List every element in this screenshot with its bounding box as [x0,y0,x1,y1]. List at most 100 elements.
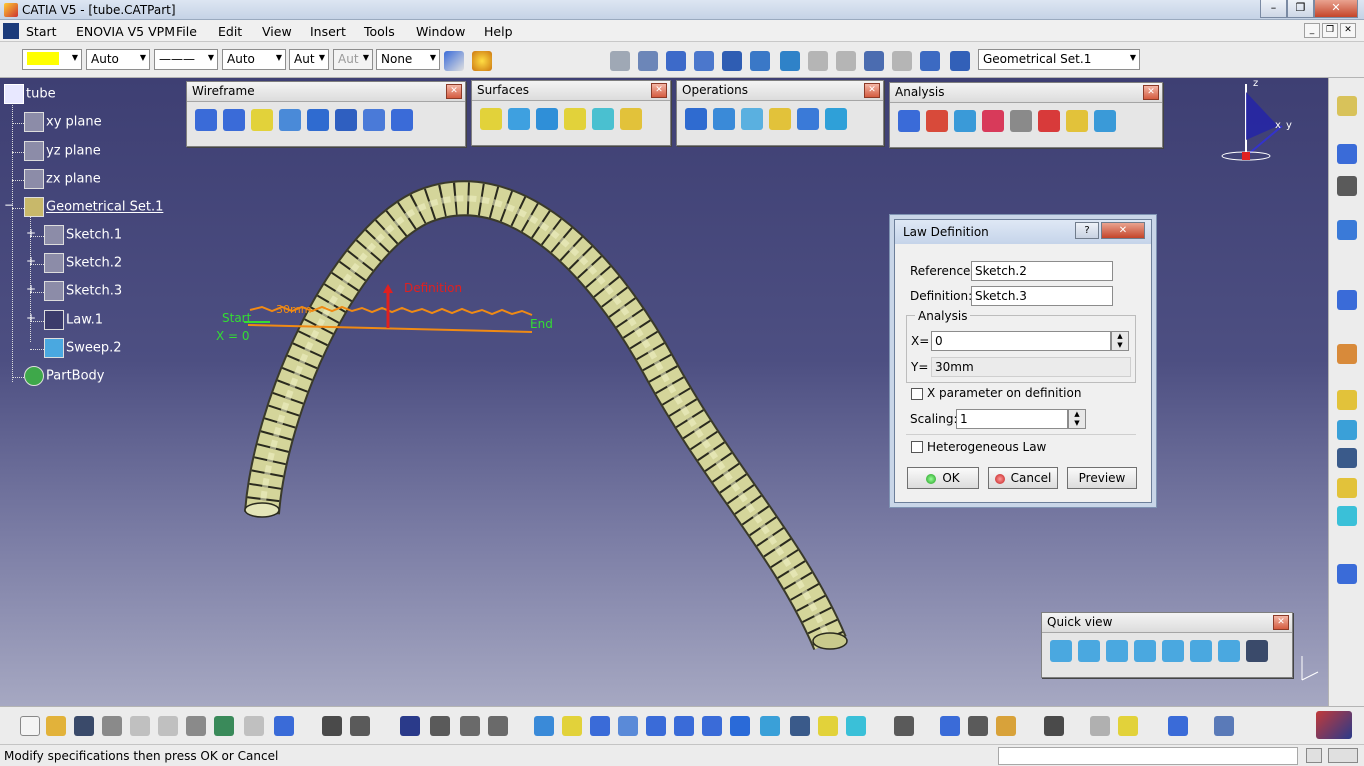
sketch-tools-icon[interactable] [1337,220,1357,240]
doc-minimize-button[interactable]: _ [1304,23,1320,38]
draft-analysis-icon[interactable] [926,110,948,132]
formula-icon[interactable] [322,716,342,736]
tree-item-sweep-2[interactable]: Sweep.2 [44,338,122,358]
point-icon[interactable] [195,109,217,131]
swap-visible-icon[interactable] [846,716,866,736]
expand-toggle[interactable]: + [26,255,36,267]
tree-root-tube[interactable]: tube [4,84,56,104]
help-button[interactable]: ? [1075,222,1099,239]
menu-help[interactable]: Help [484,24,513,39]
fit-all-icon[interactable] [562,716,582,736]
close-button[interactable]: ✕ [1314,0,1358,18]
painter-icon[interactable] [444,51,464,71]
expand-toggle[interactable]: + [26,312,36,324]
menu-view[interactable]: View [262,24,292,39]
scaling-spinner[interactable]: ▲ ▼ [1068,409,1086,429]
curvature-icon[interactable] [954,110,976,132]
ok-button[interactable]: OK [907,467,979,489]
loft-icon[interactable] [592,108,614,130]
close-icon[interactable]: ✕ [1273,615,1289,630]
preview-button[interactable]: Preview [1067,467,1137,489]
bottom-view-icon[interactable] [1218,640,1240,662]
maximize-button[interactable]: ❐ [1287,0,1314,18]
tree-item-xy-plane[interactable]: xy plane [24,112,102,132]
menu-tools[interactable]: Tools [364,24,395,39]
doc-close-button[interactable]: ✕ [1340,23,1356,38]
rotate-view-icon[interactable] [618,716,638,736]
measure-item-icon[interactable] [968,716,988,736]
heterogeneous-checkbox[interactable] [911,441,923,453]
transformation-icon[interactable] [1337,420,1357,440]
knowledge-icon[interactable] [1337,478,1357,498]
links-icon[interactable] [430,716,450,736]
command-history-icon[interactable] [1306,748,1322,763]
update-all-icon[interactable] [894,716,914,736]
tree-item-geometrical-set[interactable]: Geometrical Set.1 [24,197,163,217]
list-icon[interactable] [920,51,940,71]
scaling-field[interactable]: 1 [956,409,1068,429]
measure-inertia-icon[interactable] [996,716,1016,736]
intersection-icon[interactable] [307,109,329,131]
spelling-icon[interactable] [1168,716,1188,736]
pan-icon[interactable] [590,716,610,736]
replication-icon[interactable] [1337,390,1357,410]
menu-window[interactable]: Window [416,24,465,39]
dialog-close-button[interactable]: ✕ [1101,222,1145,239]
geometrical-set-icon[interactable] [864,51,884,71]
definition-field[interactable]: Sketch.3 [971,286,1113,306]
scan-icon[interactable] [1118,716,1138,736]
line-type-combo[interactable]: Auto ▼ [86,49,150,70]
tree-item-sketch-3[interactable]: Sketch.3 [44,281,122,301]
porcupine-icon[interactable] [982,110,1004,132]
tree-item-sketch-2[interactable]: Sketch.2 [44,253,122,273]
circle-tool-icon[interactable] [1337,448,1357,468]
color-combo[interactable]: ▼ [22,49,82,70]
translate-icon[interactable] [797,108,819,130]
isometric-view-icon[interactable] [1050,640,1072,662]
normal-view-icon[interactable] [702,716,722,736]
extrapolate-icon[interactable] [825,108,847,130]
split-icon[interactable] [713,108,735,130]
spline-icon[interactable] [391,109,413,131]
work-object-icon[interactable] [950,51,970,71]
thickness-combo[interactable]: Auto ▼ [222,49,286,70]
body-icon[interactable] [750,51,770,71]
apply-material-icon[interactable] [472,51,492,71]
zoom-in-icon[interactable] [646,716,666,736]
extrude-icon[interactable] [480,108,502,130]
axis-system-icon[interactable] [666,51,686,71]
shading-icon[interactable] [790,716,810,736]
help-analysis-icon[interactable] [1066,110,1088,132]
hand-icon[interactable] [1337,344,1357,364]
measure-icon[interactable] [1010,110,1032,132]
whats-this-icon[interactable] [274,716,294,736]
circle-icon[interactable] [363,109,385,131]
comment-icon[interactable] [350,716,370,736]
iso-view-icon[interactable] [760,716,780,736]
print-icon[interactable] [102,716,122,736]
cancel-button[interactable]: Cancel [988,467,1058,489]
undo-icon[interactable] [214,716,234,736]
close-icon[interactable]: ✕ [446,84,462,99]
close-icon[interactable]: ✕ [651,83,667,98]
offset-icon[interactable] [335,109,357,131]
left-view-icon[interactable] [1134,640,1156,662]
insert-body-icon[interactable] [780,51,800,71]
law-tool-icon[interactable] [1337,564,1357,584]
update-icon[interactable] [610,51,630,71]
sweep-icon[interactable] [536,108,558,130]
plane-icon[interactable] [251,109,273,131]
menu-file[interactable]: File [176,24,197,39]
menu-enovia[interactable]: ENOVIA V5 VPM [76,24,175,39]
tree-item-law-1[interactable]: Law.1 [44,310,103,330]
grid-icon[interactable] [694,51,714,71]
right-view-icon[interactable] [1162,640,1184,662]
revolve-icon[interactable] [508,108,530,130]
close-icon[interactable]: ✕ [1143,85,1159,100]
tree-item-yz-plane[interactable]: yz plane [24,141,101,161]
minimize-button[interactable]: – [1260,0,1287,18]
rules-icon[interactable] [488,716,508,736]
measure-between-icon[interactable] [940,716,960,736]
projection-icon[interactable] [279,109,301,131]
lock-icon[interactable] [460,716,480,736]
